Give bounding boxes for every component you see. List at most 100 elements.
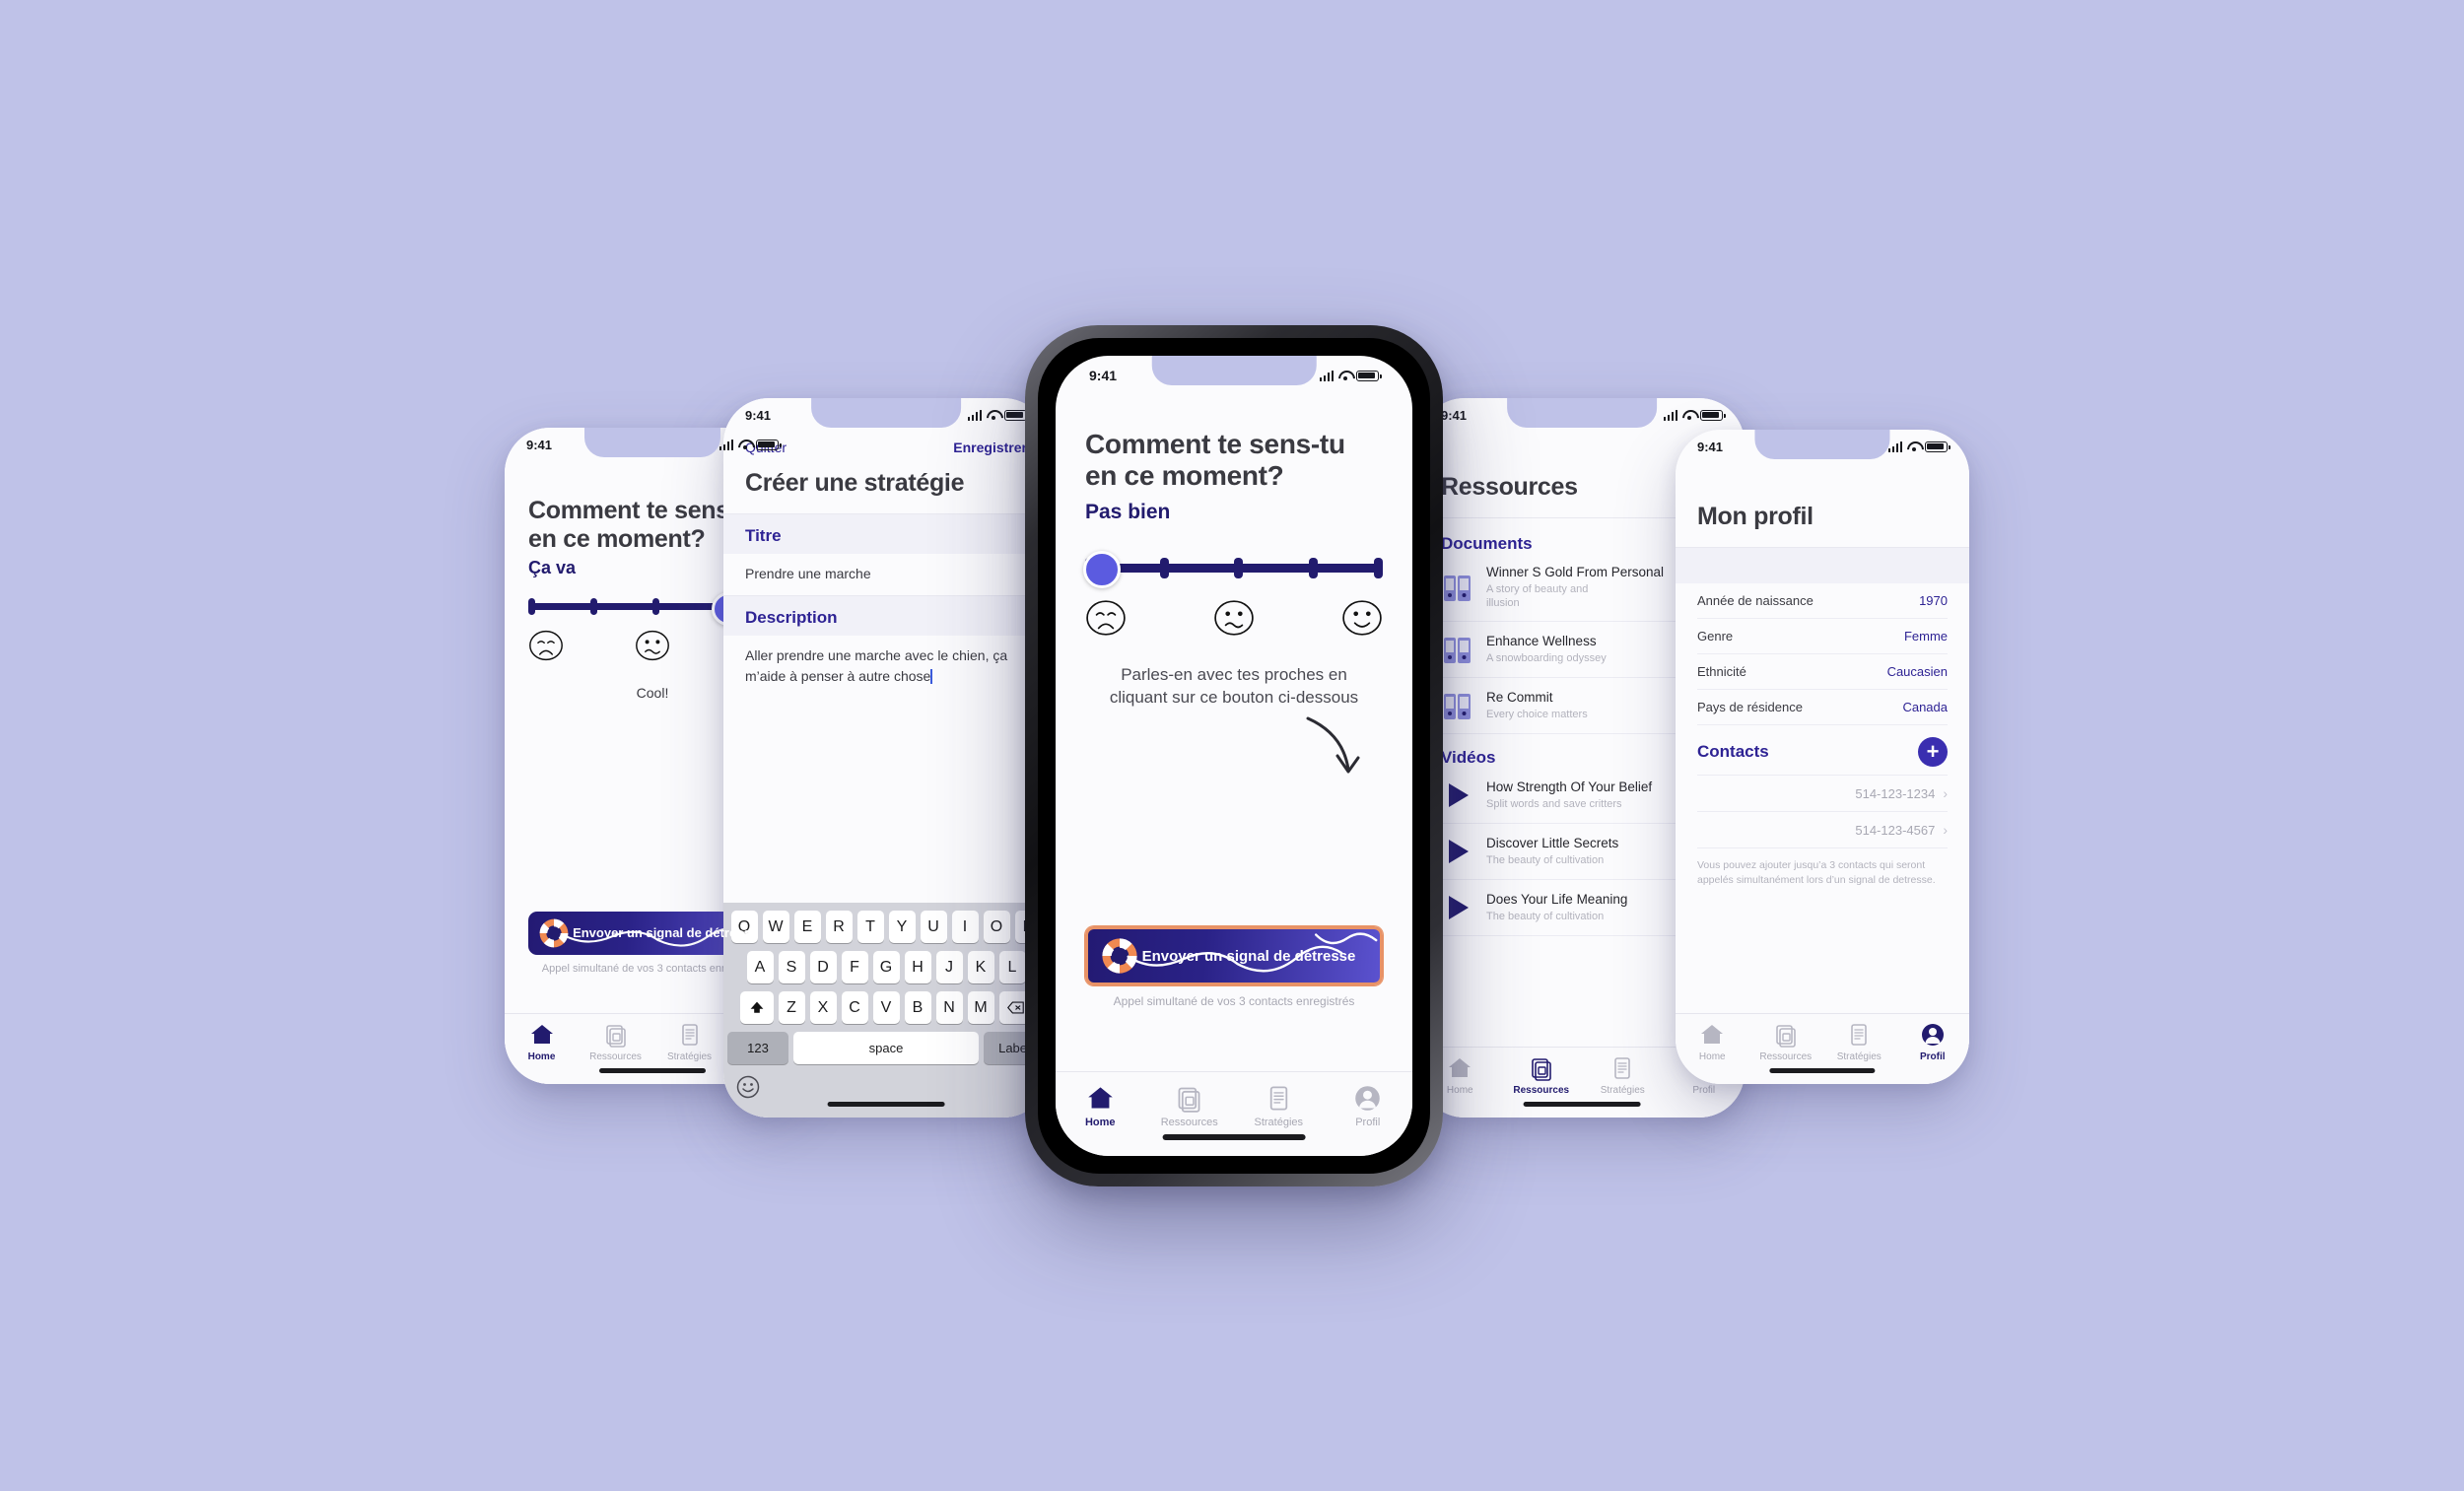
tab-profil[interactable]: Profil	[1896, 1022, 1970, 1062]
tab-ressources[interactable]: Ressources	[579, 1022, 652, 1062]
key-r[interactable]: R	[825, 911, 853, 943]
profile-field[interactable]: Genre Femme	[1697, 619, 1948, 654]
tab-strategies[interactable]: Stratégies	[1234, 1084, 1324, 1128]
key-b[interactable]: B	[904, 991, 931, 1024]
neutral-face-icon	[636, 630, 669, 661]
battery-icon	[1925, 441, 1951, 452]
tab-ressources[interactable]: Ressources	[1145, 1084, 1235, 1128]
strategies-icon	[1269, 1086, 1287, 1111]
play-icon	[1449, 840, 1469, 864]
profile-field[interactable]: Pays de résidence Canada	[1697, 690, 1948, 725]
battery-icon	[1004, 409, 1030, 421]
text-caret	[930, 668, 932, 684]
strategies-icon	[1851, 1024, 1868, 1046]
tab-home[interactable]: Home	[505, 1022, 579, 1062]
key-l[interactable]: L	[998, 951, 1026, 983]
key-c[interactable]: C	[841, 991, 868, 1024]
key-f[interactable]: F	[841, 951, 868, 983]
tab-strategies-label: Stratégies	[1600, 1085, 1645, 1096]
key-j[interactable]: J	[935, 951, 963, 983]
keyboard-row-1: QWERTYUIOP	[727, 911, 1045, 943]
status-time: 9:41	[1441, 407, 1468, 423]
tab-strategies-label: Stratégies	[1836, 1051, 1882, 1062]
field-label-description: Description	[745, 608, 838, 628]
contact-row[interactable]: 514-123-4567 ›	[1697, 812, 1948, 848]
sad-face-icon	[529, 630, 563, 661]
status-bar: 9:41	[1056, 356, 1412, 395]
key-d[interactable]: D	[809, 951, 837, 983]
key-y[interactable]: Y	[888, 911, 916, 943]
save-button[interactable]: Enregistrer	[953, 440, 1027, 455]
key-z[interactable]: Z	[778, 991, 805, 1024]
mood-slider[interactable]	[1083, 550, 1383, 588]
tab-bar: Home Ressources Stratégies	[1676, 1013, 1969, 1084]
key-w[interactable]: W	[762, 911, 789, 943]
emoji-icon[interactable]	[735, 1074, 761, 1100]
keyboard-row-3: ZXCVBNM	[727, 991, 1045, 1024]
key-h[interactable]: H	[904, 951, 931, 983]
add-contact-button[interactable]: +	[1918, 737, 1948, 767]
slider-tick	[1374, 557, 1383, 578]
signal-icon	[967, 409, 982, 421]
signal-icon	[1663, 409, 1677, 421]
strategies-icon	[1614, 1057, 1631, 1079]
key-u[interactable]: U	[920, 911, 947, 943]
tab-home-label: Home	[1446, 1085, 1473, 1096]
distress-area: Envoyer un signal de détresse Appel simu…	[1085, 926, 1383, 1010]
profile-field[interactable]: Ethnicité Caucasien	[1697, 654, 1948, 690]
key-s[interactable]: S	[778, 951, 805, 983]
field-value-description[interactable]: Aller prendre une marche avec le chien, …	[745, 645, 1027, 686]
tab-ressources-label: Ressources	[1513, 1085, 1570, 1096]
tab-strategies[interactable]: Stratégies	[1582, 1055, 1664, 1096]
key-k[interactable]: K	[967, 951, 994, 983]
key-e[interactable]: E	[793, 911, 821, 943]
distress-button[interactable]: Envoyer un signal de détresse	[1085, 926, 1383, 986]
key-o[interactable]: O	[983, 911, 1010, 943]
key-t[interactable]: T	[856, 911, 884, 943]
profile-field[interactable]: Année de naissance 1970	[1697, 583, 1948, 619]
phone-home-pas-bien: 9:41 Comment te sens-tu en ce moment? Pa…	[1025, 325, 1443, 1186]
key-space[interactable]: space	[793, 1032, 979, 1064]
home-indicator	[1523, 1102, 1641, 1107]
key-n[interactable]: N	[935, 991, 963, 1024]
keyboard[interactable]: QWERTYUIOP ASDFGHJKL ZXCVBNM 123 space L…	[723, 903, 1049, 1118]
key-g[interactable]: G	[872, 951, 900, 983]
key-m[interactable]: M	[967, 991, 994, 1024]
resources-icon	[1531, 1058, 1551, 1081]
happy-face-icon	[1342, 600, 1382, 636]
tab-strategies[interactable]: Stratégies	[1822, 1022, 1896, 1062]
signal-icon	[1887, 441, 1902, 452]
signal-icon	[719, 439, 733, 450]
key-numbers[interactable]: 123	[727, 1032, 788, 1064]
phone-create-strategy: 9:41 Quitter Enregistrer Créer une strat…	[723, 398, 1049, 1118]
tab-ressources[interactable]: Ressources	[1749, 1022, 1823, 1062]
tab-profil-label: Profil	[1355, 1117, 1381, 1128]
home-indicator	[1769, 1068, 1876, 1073]
contact-row[interactable]: 514-123-1234 ›	[1697, 775, 1948, 812]
key-shift[interactable]	[739, 991, 774, 1024]
wifi-icon	[738, 440, 751, 449]
slider-knob[interactable]	[1083, 550, 1121, 588]
strategies-icon	[681, 1024, 698, 1046]
key-i[interactable]: I	[951, 911, 979, 943]
slider-tick	[590, 598, 597, 615]
tab-home-label: Home	[1084, 1117, 1116, 1128]
tab-profil[interactable]: Profil	[1324, 1084, 1413, 1128]
profile-field-value: Canada	[1902, 700, 1948, 714]
status-bar: 9:41	[1419, 398, 1745, 432]
battery-icon	[1700, 409, 1726, 421]
play-icon	[1449, 783, 1469, 808]
chevron-right-icon: ›	[1943, 822, 1948, 838]
tab-strategies[interactable]: Stratégies	[652, 1022, 726, 1062]
home-indicator	[827, 1102, 945, 1107]
field-value-titre[interactable]: Prendre une marche	[745, 564, 1027, 583]
key-a[interactable]: A	[746, 951, 774, 983]
tab-home[interactable]: Home	[1056, 1084, 1145, 1128]
instruction-text: Parles-en avec tes proches en cliquant s…	[1109, 664, 1359, 707]
slider-tick	[1159, 557, 1169, 578]
tab-ressources[interactable]: Ressources	[1501, 1055, 1583, 1096]
tab-home[interactable]: Home	[1676, 1022, 1749, 1062]
key-x[interactable]: X	[809, 991, 837, 1024]
key-v[interactable]: V	[872, 991, 900, 1024]
profile-icon	[1921, 1024, 1944, 1046]
